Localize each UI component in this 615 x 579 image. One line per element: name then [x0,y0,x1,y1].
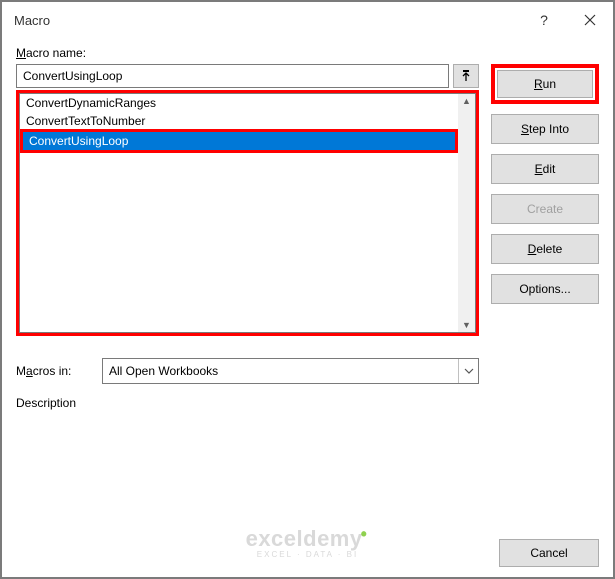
run-button[interactable]: Run [497,70,593,98]
step-into-button[interactable]: Step Into [491,114,599,144]
delete-button[interactable]: Delete [491,234,599,264]
watermark: exceldemy• EXCEL · DATA · BI [246,526,370,559]
macro-list-highlight: ConvertDynamicRanges ConvertTextToNumber… [16,90,479,336]
edit-button[interactable]: Edit [491,154,599,184]
options-button[interactable]: Options... [491,274,599,304]
scrollbar[interactable]: ▲ ▼ [458,94,475,332]
macro-name-label: Macro name: [16,46,479,60]
macros-in-label: Macros in: [16,364,94,378]
reference-button[interactable] [453,64,479,88]
close-button[interactable] [567,4,613,36]
cancel-button[interactable]: Cancel [499,539,599,567]
create-button: Create [491,194,599,224]
scroll-up-icon: ▲ [462,96,471,106]
list-item-selected[interactable]: ConvertUsingLoop [20,129,458,153]
macros-in-select[interactable]: All Open Workbooks [102,358,479,384]
close-icon [584,14,596,26]
macros-in-value: All Open Workbooks [103,364,458,378]
macro-name-input[interactable] [16,64,449,88]
list-item[interactable]: ConvertTextToNumber [20,112,475,130]
help-button[interactable]: ? [521,4,567,36]
chevron-down-icon [458,359,478,383]
titlebar: Macro ? [2,2,613,38]
list-item[interactable]: ConvertDynamicRanges [20,94,475,112]
run-button-highlight: Run [491,64,599,104]
macro-list[interactable]: ConvertDynamicRanges ConvertTextToNumber… [19,93,476,333]
scroll-down-icon: ▼ [462,320,471,330]
reference-icon [460,70,472,82]
window-title: Macro [14,13,521,28]
description-label: Description [16,396,479,410]
